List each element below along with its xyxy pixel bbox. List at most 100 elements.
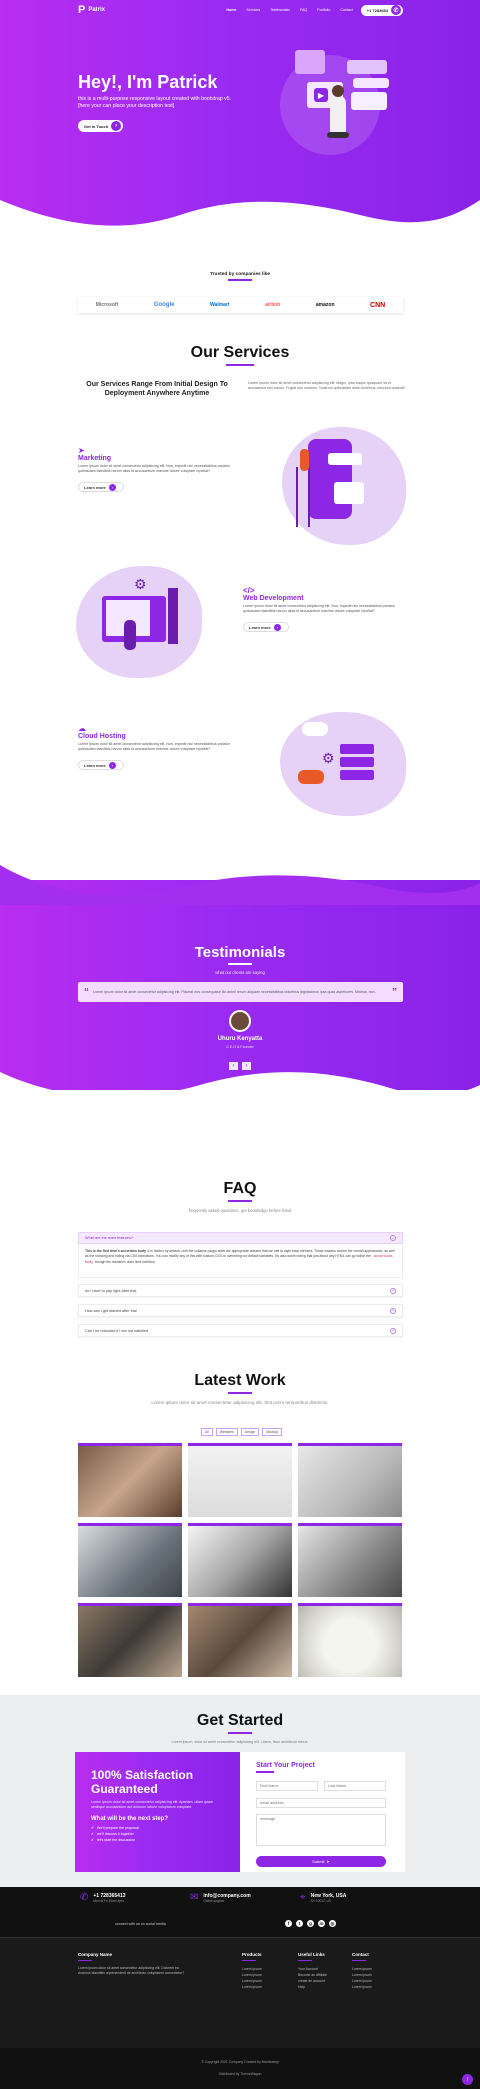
testimonials-wave-bottom [0,1072,480,1110]
satisfaction-text: Lorem ipsum dolor sit amet consectetur a… [91,1800,214,1809]
first-name-input[interactable] [256,1780,318,1791]
logo-amazon: amazon [315,302,335,308]
service-title: Marketing [78,455,112,462]
work-image[interactable] [78,1523,182,1597]
contact-phone-text: +1 728365413 [93,1892,126,1899]
step-text: let's start the discussion [97,1838,136,1842]
footer-link[interactable]: Lorem ipsum [242,1984,292,1990]
phone-icon: ✆ [80,1892,89,1903]
logo-airbnb: airbnb [265,302,281,308]
plus-icon: + [390,1327,396,1334]
work-image[interactable] [188,1443,292,1517]
brand-logo-icon: P [78,4,86,16]
work-image[interactable] [188,1523,292,1597]
map-marker-icon: ⌖ [300,1892,306,1903]
server-graphic [340,757,374,767]
contact-email-text[interactable]: info@company.com [203,1893,250,1899]
services-lead: Our Services Range From Initial Design T… [86,381,228,397]
work-underline [228,1392,252,1394]
work-filters: All Websites Design Mockup [201,1428,283,1436]
quote-open-icon: “ [84,986,89,998]
hero-title: Hey!, I'm Patrick [78,72,218,92]
faq-answer-bold: This is the first item's accordion body. [85,1249,147,1253]
plus-icon: + [390,1307,396,1314]
social-text: connect with us on social media [115,1922,166,1926]
work-image[interactable] [298,1443,402,1517]
work-image[interactable] [298,1603,402,1677]
faq-title: FAQ [223,1180,257,1197]
step-item: ✔ we'll discuss it together [91,1832,224,1836]
hero-cta-button[interactable]: Get in Touch › [78,120,124,132]
learn-more-button[interactable]: Learn more › [78,760,124,770]
arrow-right-icon: › [111,121,122,131]
testimonials-wave-top [0,865,480,905]
name-row [256,1780,389,1791]
distributed-by: Distributed by ThemeWagon [218,2072,262,2076]
filter-mockup[interactable]: Mockup [262,1428,283,1436]
footer-col-title: Contact [352,1952,369,1957]
testimonials-underline [228,963,252,965]
work-image[interactable] [298,1523,402,1597]
message-textarea[interactable] [256,1813,386,1846]
twitter-icon[interactable]: t [296,1920,303,1927]
footer-col-useful: Useful Links Your Account Become an Affi… [298,1952,350,1990]
nav-faq[interactable]: FAQ [300,8,307,12]
carousel-prev-button[interactable]: ‹ [229,1062,238,1070]
service-text: Lorem ipsum dolor sit amet consectetur a… [243,604,395,613]
phone-icon: ✆ [391,5,401,15]
back-to-top-button[interactable]: ↑ [462,2074,473,2085]
facebook-icon[interactable]: f [285,1920,292,1927]
trusted-underline [228,279,252,281]
email-input[interactable] [256,1797,386,1808]
check-icon: ✔ [91,1826,95,1830]
code-icon: </> [243,586,255,595]
carousel-next-button[interactable]: › [242,1062,251,1070]
filter-all[interactable]: All [201,1428,213,1436]
filter-websites[interactable]: Websites [215,1428,238,1436]
work-image[interactable] [78,1443,182,1517]
instagram-icon[interactable]: ◎ [329,1920,336,1927]
copyright: © Copyright 2021 Company Created by Mazi… [201,2060,279,2064]
footer-link[interactable]: Lorem ipsum [352,1984,402,1990]
satisfaction-panel: 100% Satisfaction Guaranteed Lorem ipsum… [75,1752,240,1872]
send-icon: ➤ [326,1858,330,1864]
footer-link[interactable]: Help [298,1984,350,1990]
faq-question-text: How can I get started after trial [85,1308,137,1313]
gear-icon: ⚙ [322,750,335,766]
submit-button[interactable]: Submit ➤ [256,1855,386,1867]
filter-design[interactable]: Design [240,1428,260,1436]
brand[interactable]: P Patrix [78,4,105,16]
contact-phone: ✆ +1 728365413 Mon to Fri 10am-4pm [80,1892,126,1903]
learn-more-button[interactable]: Learn more › [78,482,124,492]
get-started-underline [228,1732,252,1734]
service-cloud: ☁ Cloud Hosting Lorem ipsum dolor sit am… [78,724,238,770]
learn-more-button[interactable]: Learn more › [243,622,289,632]
nav-links: Home Services Testimonials FAQ Portfolio… [226,8,352,12]
footer-col-underline [298,1960,312,1961]
faq-question-open[interactable]: What are the main features? − [78,1232,403,1244]
nav-services[interactable]: Services [246,8,260,12]
nav-home[interactable]: Home [226,8,236,12]
work-image[interactable] [78,1603,182,1677]
cloud-icon: ☁ [78,724,86,733]
chart-card [334,482,364,504]
work-image[interactable] [188,1603,292,1677]
satisfaction-title: 100% Satisfaction Guaranteed [91,1768,194,1796]
step-item: ✔ We'll prepare the proposal [91,1826,224,1830]
faq-question[interactable]: Can I be refunded if I am not satisfied … [78,1324,403,1337]
hero-illustration: ▶ [275,40,400,165]
paper-plane-icon: ➤ [78,446,85,455]
last-name-input[interactable] [324,1780,386,1791]
faq-question-text: do I have to pay right after trial [85,1288,137,1293]
github-icon[interactable]: g [307,1920,314,1927]
person-figure [124,620,136,650]
avatar [229,1010,251,1032]
logo-walmart: Walmart [210,302,230,308]
faq-question[interactable]: How can I get started after trial + [78,1304,403,1317]
nav-contact[interactable]: Contact [340,8,352,12]
faq-question[interactable]: do I have to pay right after trial + [78,1284,403,1297]
linkedin-icon[interactable]: in [318,1920,325,1927]
nav-phone-button[interactable]: +1 7283654 ✆ [360,4,403,16]
nav-portfolio[interactable]: Portfolio [317,8,330,12]
nav-testimonials[interactable]: Testimonials [270,8,290,12]
